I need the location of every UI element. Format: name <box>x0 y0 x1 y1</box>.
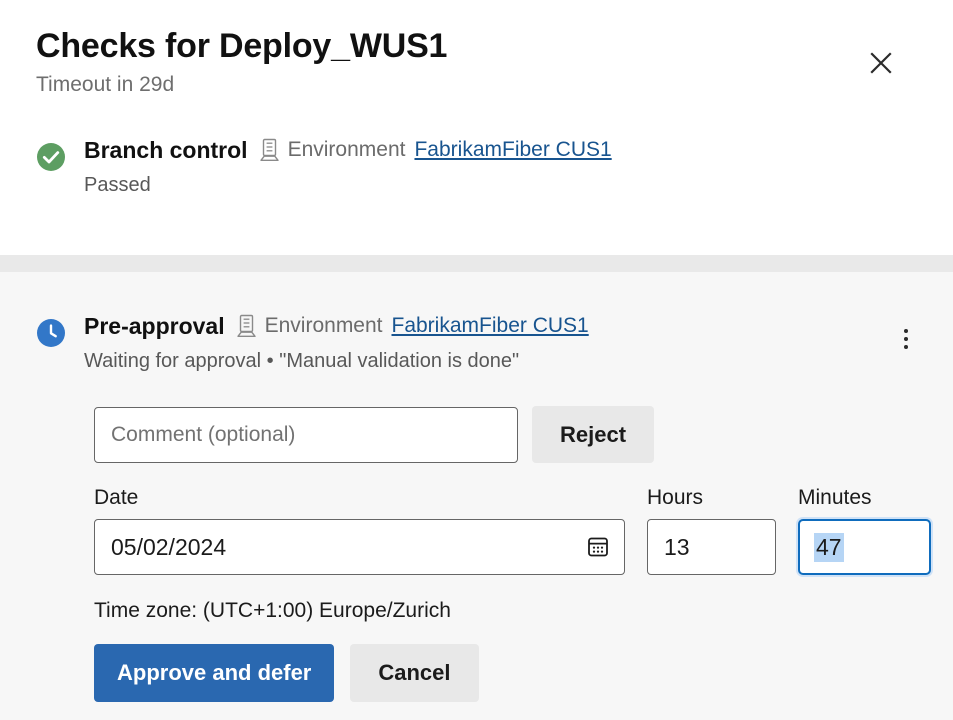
clock-icon <box>36 318 66 348</box>
minutes-input[interactable]: 47 <box>814 533 844 562</box>
more-dot <box>904 345 908 349</box>
check-row: Pre-approval Environment FabrikamFiber C… <box>36 306 917 375</box>
cancel-button[interactable]: Cancel <box>350 644 478 702</box>
approve-and-defer-button[interactable]: Approve and defer <box>94 644 334 702</box>
timeout-subtitle: Timeout in 29d <box>36 71 917 99</box>
date-label: Date <box>94 485 625 511</box>
server-icon <box>236 314 257 338</box>
hours-input-shell[interactable] <box>647 519 776 575</box>
more-vertical-icon[interactable] <box>889 322 923 356</box>
date-input[interactable] <box>95 520 624 574</box>
hours-input[interactable] <box>648 520 775 574</box>
hours-field-group: Hours <box>647 485 776 575</box>
check-name: Pre-approval <box>84 310 225 342</box>
hours-label: Hours <box>647 485 776 511</box>
server-icon <box>259 138 280 162</box>
calendar-icon[interactable] <box>586 535 610 559</box>
dialog-header: Checks for Deploy_WUS1 Timeout in 29d <box>0 0 953 130</box>
check-body: Branch control Environment FabrikamFiber… <box>84 130 917 199</box>
check-name: Branch control <box>84 134 248 166</box>
datetime-row: Date <box>94 485 917 575</box>
page-title: Checks for Deploy_WUS1 <box>36 26 917 66</box>
environment-label: Environment <box>288 134 406 166</box>
close-icon[interactable] <box>864 46 898 80</box>
action-buttons-row: Approve and defer Cancel <box>94 644 917 702</box>
check-title-line: Branch control Environment FabrikamFiber… <box>84 134 917 166</box>
minutes-field-group: Minutes 47 <box>798 485 931 575</box>
timezone-text: Time zone: (UTC+1:00) Europe/Zurich <box>94 597 917 625</box>
check-item-pre-approval: Pre-approval Environment FabrikamFiber C… <box>0 272 953 720</box>
check-item-branch-control: Branch control Environment FabrikamFiber… <box>0 130 953 255</box>
check-row: Branch control Environment FabrikamFiber… <box>36 130 917 199</box>
environment-link[interactable]: FabrikamFiber CUS1 <box>392 310 589 342</box>
more-dot <box>904 329 908 333</box>
check-body: Pre-approval Environment FabrikamFiber C… <box>84 306 917 375</box>
environment-label: Environment <box>265 310 383 342</box>
date-field-group: Date <box>94 485 625 575</box>
check-status-text: Passed <box>84 171 917 199</box>
date-input-shell[interactable] <box>94 519 625 575</box>
check-title-line: Pre-approval Environment FabrikamFiber C… <box>84 310 917 342</box>
minutes-input-shell[interactable]: 47 <box>798 519 931 575</box>
comment-row: Reject <box>94 406 917 463</box>
reject-button[interactable]: Reject <box>532 406 654 463</box>
minutes-label: Minutes <box>798 485 931 511</box>
more-dot <box>904 337 908 341</box>
check-circle-icon <box>36 142 66 172</box>
section-divider <box>0 255 953 272</box>
check-status-text: Waiting for approval • "Manual validatio… <box>84 347 917 375</box>
environment-link[interactable]: FabrikamFiber CUS1 <box>414 134 611 166</box>
comment-input[interactable] <box>94 407 518 463</box>
approval-form: Reject Date <box>94 406 917 702</box>
